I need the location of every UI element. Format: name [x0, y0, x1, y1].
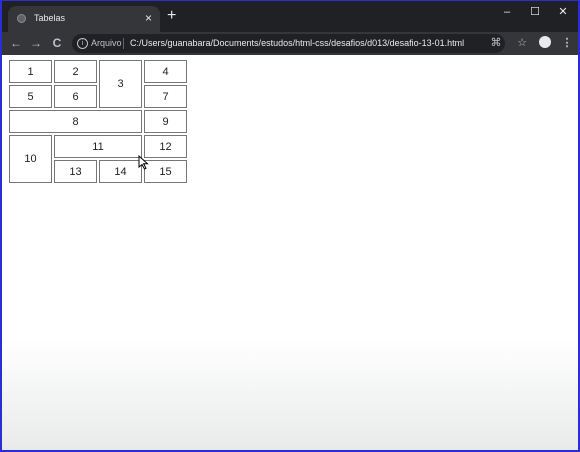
page-content: 1 2 3 4 5 6 7 8 9 10 11 12 13 14 15 [2, 55, 578, 450]
minimize-icon[interactable]: – [492, 4, 522, 20]
translate-icon[interactable]: ⌘ [488, 35, 504, 51]
table-cell-4: 4 [144, 60, 187, 83]
window-close-icon[interactable]: ✕ [548, 4, 578, 20]
url-text[interactable]: C:/Users/guanabara/Documents/estudos/htm… [130, 38, 464, 48]
new-tab-icon[interactable]: + [167, 8, 176, 24]
table-cell-7: 7 [144, 85, 187, 108]
table-cell-2: 2 [54, 60, 97, 83]
table-cell-14: 14 [99, 160, 142, 183]
reload-icon[interactable]: C [49, 35, 65, 51]
tab-close-icon[interactable]: × [145, 11, 152, 25]
table-cell-11: 11 [54, 135, 142, 158]
table-cell-5: 5 [9, 85, 52, 108]
address-separator [123, 38, 124, 49]
table-cell-6: 6 [54, 85, 97, 108]
tab-title: Tabelas [34, 13, 66, 23]
table-cell-10: 10 [9, 135, 52, 183]
address-bar[interactable]: i Arquivo C:/Users/guanabara/Documents/e… [72, 34, 505, 53]
maximize-icon[interactable]: ☐ [520, 4, 550, 20]
table-row: 1 2 3 4 [9, 60, 187, 108]
tab-strip: Tabelas × + – ☐ ✕ [2, 1, 578, 32]
globe-icon [17, 14, 26, 23]
toolbar: ← → C i Arquivo C:/Users/guanabara/Docum… [2, 32, 578, 55]
info-icon[interactable]: i [77, 38, 88, 49]
table-cell-8: 8 [9, 110, 142, 133]
menu-icon[interactable]: ⋮ [559, 35, 575, 51]
forward-icon[interactable]: → [28, 35, 44, 51]
table-cell-9: 9 [144, 110, 187, 133]
back-icon[interactable]: ← [8, 35, 24, 51]
numbers-table: 1 2 3 4 5 6 7 8 9 10 11 12 13 14 15 [7, 58, 189, 185]
table-cell-15: 15 [144, 160, 187, 183]
profile-icon[interactable] [539, 36, 551, 48]
table-cell-12: 12 [144, 135, 187, 158]
table-row: 10 11 12 [9, 135, 187, 183]
browser-window: Tabelas × + – ☐ ✕ ← → C i Arquivo C:/Use… [2, 1, 578, 450]
mouse-cursor-icon [138, 154, 149, 170]
table-cell-13: 13 [54, 160, 97, 183]
scheme-label: Arquivo [91, 38, 122, 48]
table-row: 8 9 [9, 110, 187, 133]
star-icon[interactable]: ☆ [514, 35, 530, 51]
tab-tabelas[interactable]: Tabelas × [8, 6, 160, 32]
table-cell-3: 3 [99, 60, 142, 108]
table-row: 5 6 7 [9, 85, 187, 108]
table-cell-1: 1 [9, 60, 52, 83]
